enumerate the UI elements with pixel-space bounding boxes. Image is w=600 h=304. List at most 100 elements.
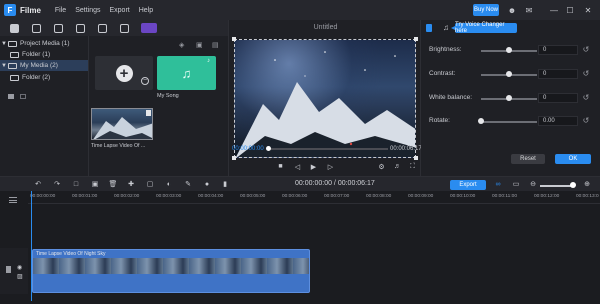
preview-scrubber[interactable] xyxy=(268,148,388,150)
brightness-label: Brightness: xyxy=(429,46,462,53)
new-folder-icon[interactable] xyxy=(8,94,14,99)
stop-icon[interactable]: ■ xyxy=(276,162,285,171)
track-header: ◉ ▨ xyxy=(0,248,28,294)
preview-current-time: 00:00:00:00 xyxy=(232,146,264,152)
audio-props-icon[interactable]: ♫ xyxy=(443,23,449,32)
menu-help[interactable]: Help xyxy=(139,7,153,14)
menu-file[interactable]: File xyxy=(55,7,66,14)
transition-icon[interactable] xyxy=(75,23,86,34)
ruler-tick: 00:00:09:00 xyxy=(408,194,434,199)
title-icon[interactable] xyxy=(97,23,108,34)
list-view-icon[interactable]: ▤ xyxy=(212,41,220,49)
ok-button[interactable]: OK xyxy=(555,154,591,164)
ruler-tick: 00:00:04:00 xyxy=(198,194,224,199)
paste-icon[interactable]: ▣ xyxy=(90,180,100,190)
ruler-tick: 00:00:01:00 xyxy=(72,194,98,199)
brightness-knob[interactable] xyxy=(506,47,512,53)
expand-icon: ▼ xyxy=(1,40,7,47)
reset-rotate-icon[interactable]: ↺ xyxy=(581,116,591,126)
tree-item-my-media[interactable]: ▼ My Media (2) xyxy=(0,60,88,71)
reset-button[interactable]: Reset xyxy=(511,154,545,164)
ruler-tick: 00:00:03:00 xyxy=(156,194,182,199)
voice-changer-tooltip[interactable]: Try Voice Changer here xyxy=(451,22,517,34)
ruler-tick: 00:00:12:00 xyxy=(534,194,560,199)
rotate-value[interactable]: 0.00 xyxy=(538,116,578,126)
audio-icon[interactable] xyxy=(31,23,42,34)
visibility-icon[interactable]: ◉ xyxy=(17,264,22,271)
menu-export[interactable]: Export xyxy=(109,7,129,14)
ruler-tick: 00:00:13:0 xyxy=(576,194,599,199)
minimize-icon[interactable]: — xyxy=(548,4,560,16)
record-icon[interactable]: ▮ xyxy=(220,180,230,190)
delete-folder-icon[interactable] xyxy=(20,94,26,99)
lock-icon[interactable]: ▨ xyxy=(17,273,23,280)
layers-icon[interactable]: ◈ xyxy=(179,41,187,49)
crop-icon[interactable]: ▢ xyxy=(145,180,155,190)
fullscreen-icon[interactable]: ⛶ xyxy=(408,162,417,171)
buy-now-button[interactable]: Buy Now xyxy=(473,4,499,16)
video-props-icon[interactable] xyxy=(426,24,432,32)
video-label: Time Lapse Video Of ... xyxy=(91,143,146,149)
play-icon[interactable]: ▶ xyxy=(309,162,318,171)
undo-icon[interactable]: ↶ xyxy=(33,180,43,190)
brightness-row: Brightness: 0 ↺ xyxy=(421,45,600,55)
timeline-ruler[interactable]: 00:00:00:00 00:00:01:00 00:00:02:00 00:0… xyxy=(28,191,600,203)
filme-app: F Filme File Settings Export Help Buy No… xyxy=(0,0,600,304)
close-icon[interactable]: ✕ xyxy=(582,4,594,16)
crop-handle[interactable] xyxy=(232,37,236,41)
crop-handle[interactable] xyxy=(414,37,418,41)
copy-icon[interactable]: □ xyxy=(71,180,81,190)
preview-scrubber-knob[interactable] xyxy=(266,146,271,151)
timeline-clip[interactable]: Time Lapse Video Of Night Sky xyxy=(32,249,310,293)
microphone-icon[interactable]: ● xyxy=(202,180,212,190)
reset-brightness-icon[interactable]: ↺ xyxy=(581,45,591,55)
volume-icon[interactable]: ♬ xyxy=(393,162,402,171)
remove-icon[interactable]: − xyxy=(141,77,149,85)
user-icon[interactable]: ☻ xyxy=(506,4,518,16)
media-icon[interactable] xyxy=(9,23,20,34)
white-balance-knob[interactable] xyxy=(506,95,512,101)
maximize-icon[interactable]: ☐ xyxy=(564,4,576,16)
import-icon[interactable]: ▣ xyxy=(196,41,204,49)
contrast-value[interactable]: 0 xyxy=(538,69,578,79)
timeline-time-readout: 00:00:00:00 / 00:00:06:17 xyxy=(295,180,375,187)
tree-item-project-media[interactable]: ▼ Project Media (1) xyxy=(0,38,88,49)
edit-icon[interactable]: ✎ xyxy=(183,180,193,190)
preview-frame[interactable] xyxy=(234,39,416,158)
tree-item-folder-1[interactable]: Folder (1) xyxy=(0,49,88,60)
split-icon[interactable]: ✚ xyxy=(126,180,136,190)
rotate-knob[interactable] xyxy=(478,118,484,124)
crop-handle[interactable] xyxy=(414,156,418,160)
mail-icon[interactable]: ✉ xyxy=(523,4,535,16)
link-icon[interactable]: ∞ xyxy=(493,180,503,190)
speed-icon[interactable]: ◐ xyxy=(164,180,174,190)
zoom-out-icon[interactable]: ⊖ xyxy=(528,180,538,190)
menu-settings[interactable]: Settings xyxy=(75,7,100,14)
brightness-value[interactable]: 0 xyxy=(538,45,578,55)
app-name: Filme xyxy=(20,5,41,15)
text-icon[interactable] xyxy=(53,23,64,34)
white-balance-value[interactable]: 0 xyxy=(538,93,578,103)
reset-contrast-icon[interactable]: ↺ xyxy=(581,69,591,79)
filter-icon[interactable] xyxy=(119,23,130,34)
contrast-knob[interactable] xyxy=(506,71,512,77)
zoom-knob[interactable] xyxy=(570,182,576,188)
zoom-in-icon[interactable]: ⊕ xyxy=(582,180,592,190)
menu-icon[interactable] xyxy=(9,197,17,203)
zoom-slider[interactable] xyxy=(540,185,574,187)
tree-item-folder-2[interactable]: Folder (2) xyxy=(0,72,88,83)
next-frame-icon[interactable]: ▷ xyxy=(326,162,335,171)
video-media-card[interactable] xyxy=(91,108,153,140)
playhead[interactable] xyxy=(31,191,32,301)
redo-icon[interactable]: ↷ xyxy=(52,180,62,190)
rotate-slider[interactable] xyxy=(481,121,537,123)
fit-icon[interactable]: ▭ xyxy=(511,180,521,190)
export-button[interactable]: Export xyxy=(450,180,486,190)
settings-icon[interactable]: ⚙ xyxy=(377,162,386,171)
crop-handle[interactable] xyxy=(232,156,236,160)
effects-icon[interactable] xyxy=(141,23,157,33)
tree-item-label: Project Media (1) xyxy=(20,40,70,47)
reset-white-balance-icon[interactable]: ↺ xyxy=(581,93,591,103)
delete-icon[interactable]: 🗑 xyxy=(108,180,118,190)
prev-frame-icon[interactable]: ◁ xyxy=(293,162,302,171)
